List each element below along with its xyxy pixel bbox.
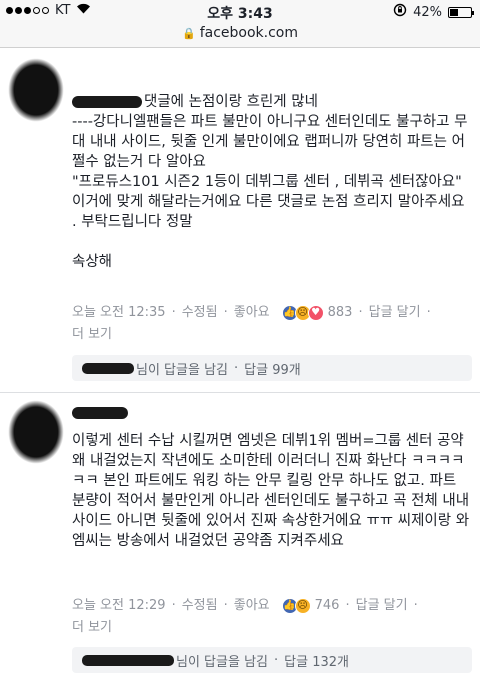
battery-percent: 42% bbox=[413, 4, 442, 20]
reply-button[interactable]: 답글 달기 bbox=[369, 303, 421, 323]
status-bar: KT 오후 3:43 42% bbox=[0, 0, 480, 22]
url-bar[interactable]: 🔒 facebook.com bbox=[0, 22, 480, 48]
reply-count: 답글 132개 bbox=[284, 654, 349, 670]
reactions[interactable]: 👍 ☹ 746 bbox=[281, 596, 340, 616]
comment-meta: 오늘 오전 12:35 · 수정됨 · 좋아요 👍 ☹ ♥ 883 · 답글 달… bbox=[72, 303, 472, 323]
edited-label[interactable]: 수정됨 bbox=[182, 303, 218, 323]
status-right: 42% bbox=[393, 3, 474, 21]
reply-summary-text: 님이 답글을 남김 bbox=[176, 654, 268, 670]
battery-icon bbox=[448, 6, 474, 18]
reaction-count: 746 bbox=[314, 598, 340, 613]
comment-time[interactable]: 오늘 오전 12:35 bbox=[72, 303, 166, 323]
more-button[interactable]: 더 보기 bbox=[72, 616, 112, 635]
reaction-count: 883 bbox=[327, 305, 353, 320]
reactions[interactable]: 👍 ☹ ♥ 883 bbox=[281, 303, 353, 323]
like-button[interactable]: 좋아요 bbox=[234, 596, 270, 616]
love-reaction-icon: ♥ bbox=[307, 305, 324, 321]
comment-meta: 오늘 오전 12:29 · 수정됨 · 좋아요 👍 ☹ 746 · 답글 달기 … bbox=[72, 596, 472, 616]
comment-text: 댓글에 논점이랑 흐린게 많네 ----강다니엘팬들은 파트 불만이 아니구요 … bbox=[72, 94, 468, 270]
comment-time[interactable]: 오늘 오전 12:29 bbox=[72, 596, 166, 616]
comment-text: 이렇게 센터 수납 시킬꺼면 엠넷은 데뷔1위 멤버=그룹 센터 공약 왜 내걸… bbox=[72, 433, 474, 549]
reply-summary[interactable]: 님이 답글을 남김 · 답글 99개 bbox=[72, 355, 472, 381]
sad-reaction-icon: ☹ bbox=[294, 598, 311, 614]
reply-author-blot bbox=[82, 654, 174, 666]
reply-count: 답글 99개 bbox=[244, 362, 301, 378]
author-name[interactable] bbox=[72, 407, 128, 419]
avatar[interactable] bbox=[8, 58, 64, 122]
lock-icon: 🔒 bbox=[182, 27, 196, 40]
avatar[interactable] bbox=[8, 400, 64, 464]
more-button[interactable]: 더 보기 bbox=[72, 323, 112, 342]
reply-summary-text: 님이 답글을 남김 bbox=[136, 362, 228, 378]
url-text: facebook.com bbox=[199, 25, 298, 41]
rotation-lock-icon bbox=[393, 3, 407, 21]
reply-summary[interactable]: 님이 답글을 남김 · 답글 132개 bbox=[72, 647, 472, 673]
reply-button[interactable]: 답글 달기 bbox=[356, 596, 408, 616]
reply-author-blot bbox=[82, 362, 134, 374]
like-button[interactable]: 좋아요 bbox=[234, 303, 270, 323]
edited-label[interactable]: 수정됨 bbox=[182, 596, 218, 616]
comment-divider bbox=[0, 392, 480, 393]
